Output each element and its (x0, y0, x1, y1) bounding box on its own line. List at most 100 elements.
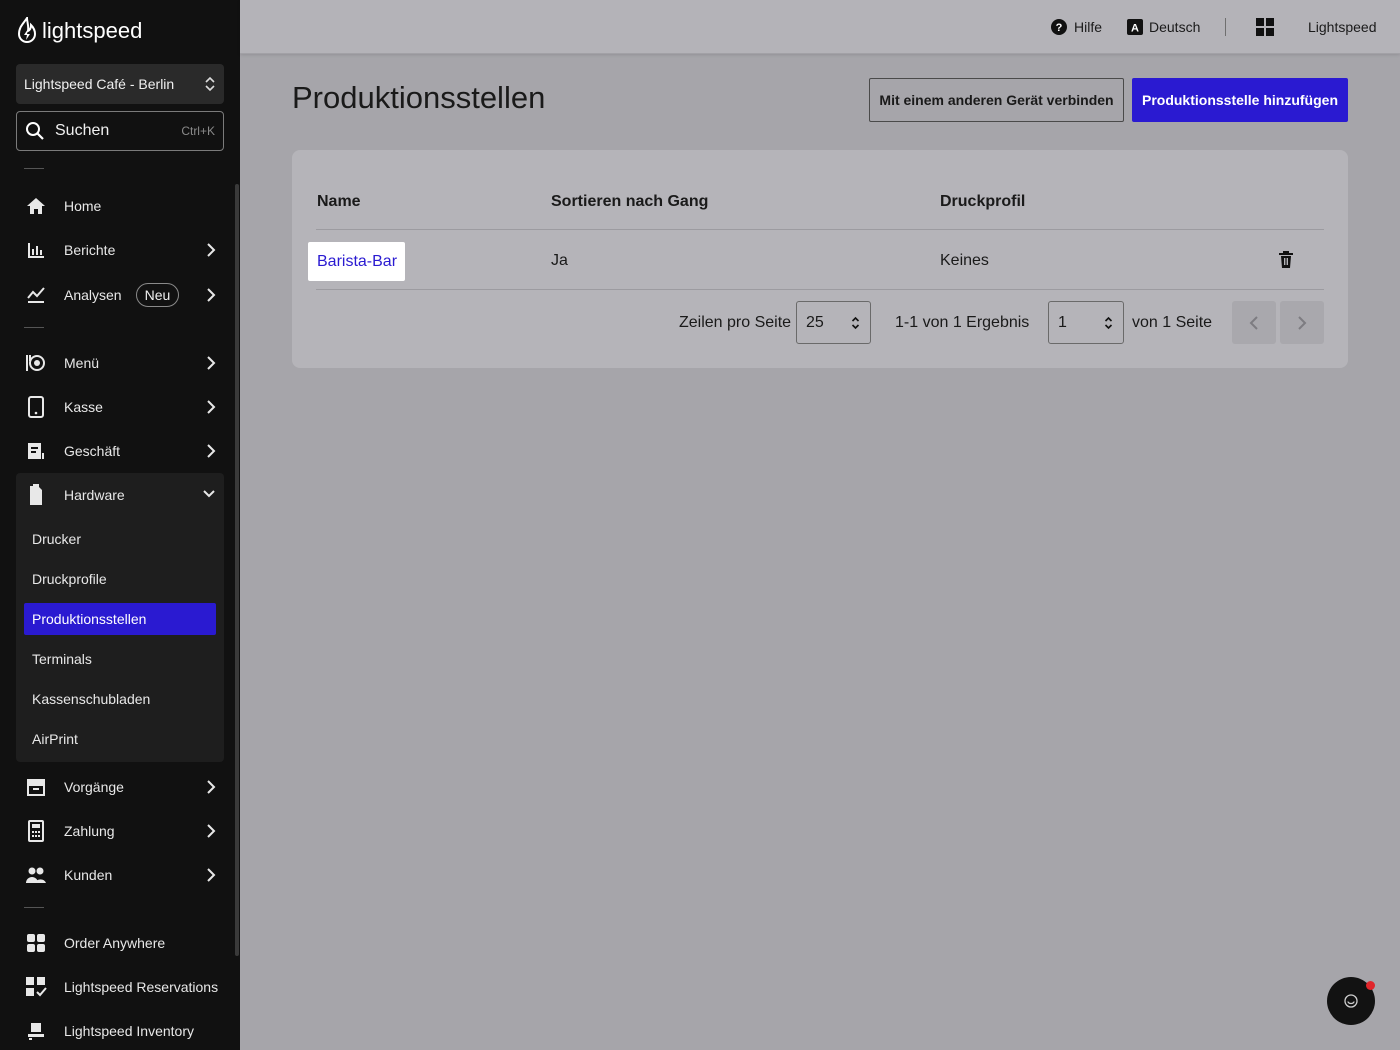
sidebar-subitem-terminals[interactable]: Terminals (24, 643, 216, 675)
chevron-right-icon (206, 779, 216, 795)
sidebar-item-label: Hardware (64, 487, 125, 503)
sidebar-item-label: Zahlung (64, 823, 115, 839)
sidebar-subitem-airprint[interactable]: AirPrint (24, 723, 216, 755)
sidebar-divider (24, 168, 44, 169)
table-header-divider (316, 229, 1324, 230)
print-profile-cell: Keines (940, 252, 989, 269)
page-total: von 1 Seite (1132, 314, 1213, 331)
chevron-right-icon (206, 443, 216, 459)
sidebar-divider (24, 907, 44, 908)
sidebar-item-menu[interactable]: Menü (16, 341, 224, 385)
topbar-separator (1225, 18, 1226, 36)
search-label: Suchen (55, 122, 110, 139)
table-row-divider (316, 289, 1324, 290)
apps-grid-button[interactable] (1256, 0, 1280, 54)
column-header-sort-by-course[interactable]: Sortieren nach Gang (551, 193, 708, 211)
translate-icon: A (1127, 19, 1143, 35)
sidebar-item-kasse[interactable]: Kasse (16, 385, 224, 429)
chevron-right-icon (206, 287, 216, 303)
search-field[interactable]: Suchen Ctrl+K (16, 111, 224, 151)
menu-dish-icon (24, 351, 48, 375)
page-number-value: 1 (1058, 313, 1067, 331)
trend-chart-icon (24, 283, 48, 307)
rows-per-page-select[interactable]: 25 (796, 301, 871, 344)
new-badge: Neu (135, 283, 180, 307)
sidebar-subitem-drucker[interactable]: Drucker (24, 523, 216, 555)
sidebar: lightspeed Lightspeed Café - Berlin Such… (0, 0, 240, 1050)
top-bar: ? Hilfe A Deutsch Lightspeed (240, 0, 1400, 54)
sidebar-item-geschaeft[interactable]: Geschäft (16, 429, 224, 473)
chevron-down-icon (202, 489, 216, 499)
chevron-up-down-icon (1104, 315, 1113, 331)
chevron-right-icon (206, 823, 216, 839)
add-production-station-button[interactable]: Produktionsstelle hinzufügen (1132, 78, 1348, 122)
sidebar-item-label: Home (64, 198, 102, 214)
sidebar-scrollbar[interactable] (235, 184, 239, 956)
home-icon (24, 194, 48, 218)
help-label: Hilfe (1074, 19, 1103, 35)
sidebar-item-label: Menü (64, 355, 100, 371)
receipt-icon (24, 439, 48, 463)
sidebar-item-label: Vorgänge (64, 779, 124, 795)
next-page-button[interactable] (1280, 301, 1324, 344)
page-number-select[interactable]: 1 (1048, 301, 1124, 344)
order-grid-icon (24, 931, 48, 955)
sidebar-item-label: Geschäft (64, 443, 121, 459)
account-label: Lightspeed (1308, 19, 1377, 35)
sidebar-item-label: Order Anywhere (64, 935, 166, 951)
location-selector[interactable]: Lightspeed Café - Berlin (16, 64, 224, 104)
column-header-name[interactable]: Name (317, 193, 361, 211)
logo-text: lightspeed (42, 18, 143, 43)
chevron-right-icon (1298, 315, 1307, 330)
language-label: Deutsch (1149, 19, 1201, 35)
flame-logo-icon (17, 17, 37, 43)
connect-device-button[interactable]: Mit einem anderen Gerät verbinden (869, 78, 1124, 122)
bar-chart-icon (24, 238, 48, 262)
chevron-left-icon (1249, 315, 1258, 330)
sidebar-item-home[interactable]: Home (16, 184, 224, 228)
payment-terminal-icon (24, 819, 48, 843)
sidebar-item-order-anywhere[interactable]: Order Anywhere (16, 921, 224, 965)
search-icon (26, 122, 44, 140)
chevron-right-icon (206, 355, 216, 371)
rows-per-page-label: Zeilen pro Seite (679, 314, 792, 331)
previous-page-button[interactable] (1232, 301, 1276, 344)
search-shortcut: Ctrl+K (181, 124, 215, 138)
users-icon (24, 863, 48, 887)
account-menu[interactable]: Lightspeed (1308, 0, 1377, 54)
chevron-right-icon (206, 867, 216, 883)
chat-icon (1344, 994, 1358, 1008)
sort-by-course-cell: Ja (551, 252, 568, 269)
sidebar-item-analysen[interactable]: Analysen Neu (16, 273, 224, 317)
sidebar-item-reservations[interactable]: Lightspeed Reservations (16, 965, 224, 1009)
sidebar-item-kunden[interactable]: Kunden (16, 853, 224, 897)
location-name: Lightspeed Café - Berlin (24, 76, 175, 92)
help-link[interactable]: ? Hilfe (1050, 0, 1102, 54)
column-header-print-profile[interactable]: Druckprofil (940, 193, 1025, 211)
sidebar-subitem-druckprofile[interactable]: Druckprofile (24, 563, 216, 595)
sidebar-item-zahlung[interactable]: Zahlung (16, 809, 224, 853)
sidebar-subitem-kassenschubladen[interactable]: Kassenschubladen (24, 683, 216, 715)
sidebar-item-berichte[interactable]: Berichte (16, 228, 224, 272)
inventory-icon (24, 1019, 48, 1043)
language-selector[interactable]: A Deutsch (1127, 0, 1200, 54)
lightspeed-logo[interactable]: lightspeed (16, 16, 142, 46)
station-name-link[interactable]: Barista-Bar (308, 242, 405, 281)
chevron-up-down-icon (851, 315, 860, 331)
apps-grid-icon (1256, 18, 1274, 36)
sidebar-item-inventory[interactable]: Lightspeed Inventory (16, 1009, 224, 1050)
sidebar-item-label: Kunden (64, 867, 113, 883)
device-icon (24, 483, 48, 507)
sidebar-item-label: Lightspeed Reservations (64, 979, 219, 995)
delete-icon[interactable] (1278, 251, 1294, 269)
sidebar-item-label: Berichte (64, 242, 116, 258)
sidebar-item-hardware[interactable]: Hardware (16, 473, 224, 517)
reservations-icon (24, 975, 48, 999)
svg-text:A: A (1131, 23, 1139, 35)
sidebar-subitem-produktionsstellen[interactable]: Produktionsstellen (24, 603, 216, 635)
sidebar-divider (24, 327, 44, 328)
sidebar-item-vorgaenge[interactable]: Vorgänge (16, 765, 224, 809)
sidebar-item-label: Kasse (64, 399, 103, 415)
sidebar-item-label: Analysen (64, 287, 122, 303)
archive-icon (24, 775, 48, 799)
